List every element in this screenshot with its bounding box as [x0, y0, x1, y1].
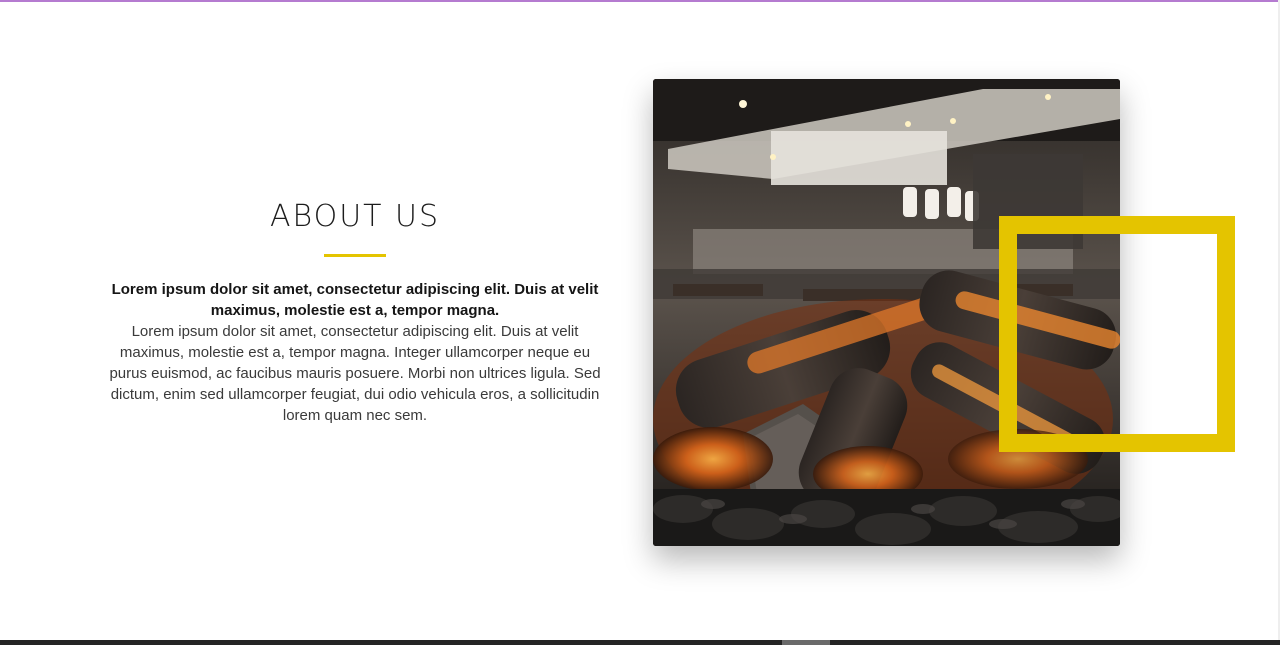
footer-bar — [0, 640, 1280, 645]
footer-bar-marker — [782, 640, 830, 645]
title-divider — [324, 254, 386, 257]
about-page: ABOUT US Lorem ipsum dolor sit amet, con… — [0, 0, 1280, 645]
about-lead-text: Lorem ipsum dolor sit amet, consectetur … — [111, 281, 599, 319]
about-body-text: Lorem ipsum dolor sit amet, consectetur … — [109, 323, 601, 424]
top-accent-line — [0, 0, 1280, 2]
about-section: ABOUT US Lorem ipsum dolor sit amet, con… — [100, 198, 610, 426]
square-frame-decoration-icon — [999, 216, 1235, 452]
about-title: ABOUT US — [269, 199, 441, 234]
